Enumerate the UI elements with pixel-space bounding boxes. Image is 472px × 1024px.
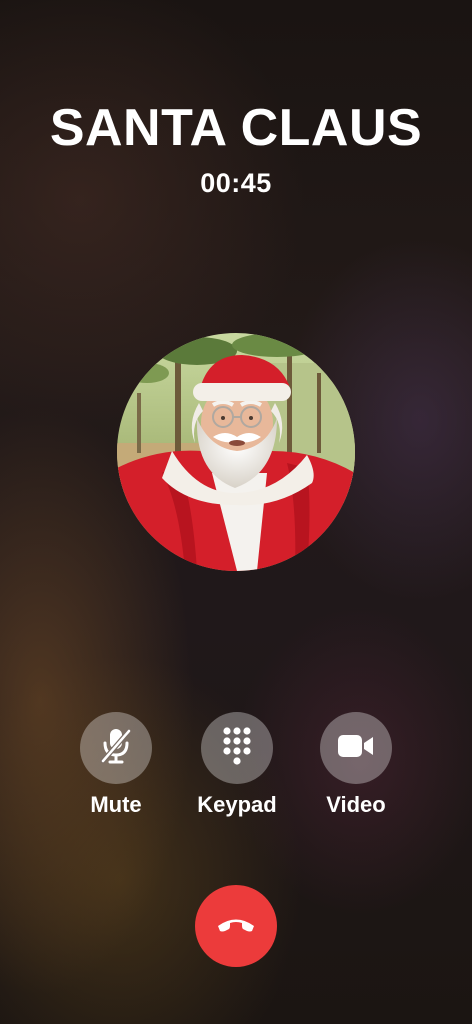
video-label: Video [326, 792, 386, 817]
keypad-icon [222, 726, 252, 771]
call-controls: Mute Keypad Video [0, 712, 472, 822]
mute-button[interactable] [80, 712, 152, 784]
video-camera-icon [338, 734, 374, 762]
call-timer: 00:45 [200, 168, 272, 198]
video-button[interactable] [320, 712, 392, 784]
phone-hangup-icon [216, 915, 256, 938]
video-control: Video [301, 712, 411, 818]
keypad-control: Keypad [182, 712, 292, 818]
microphone-slash-icon [99, 727, 133, 770]
caller-avatar [117, 333, 355, 571]
call-screen: SANTA CLAUS 00:45 Mute Keypad Video [0, 0, 472, 1024]
mute-control: Mute [61, 712, 171, 818]
mute-label: Mute [90, 792, 142, 817]
end-call-button[interactable] [195, 885, 277, 967]
keypad-label: Keypad [197, 792, 277, 817]
keypad-button[interactable] [201, 712, 273, 784]
caller-name: SANTA CLAUS [49, 99, 423, 157]
